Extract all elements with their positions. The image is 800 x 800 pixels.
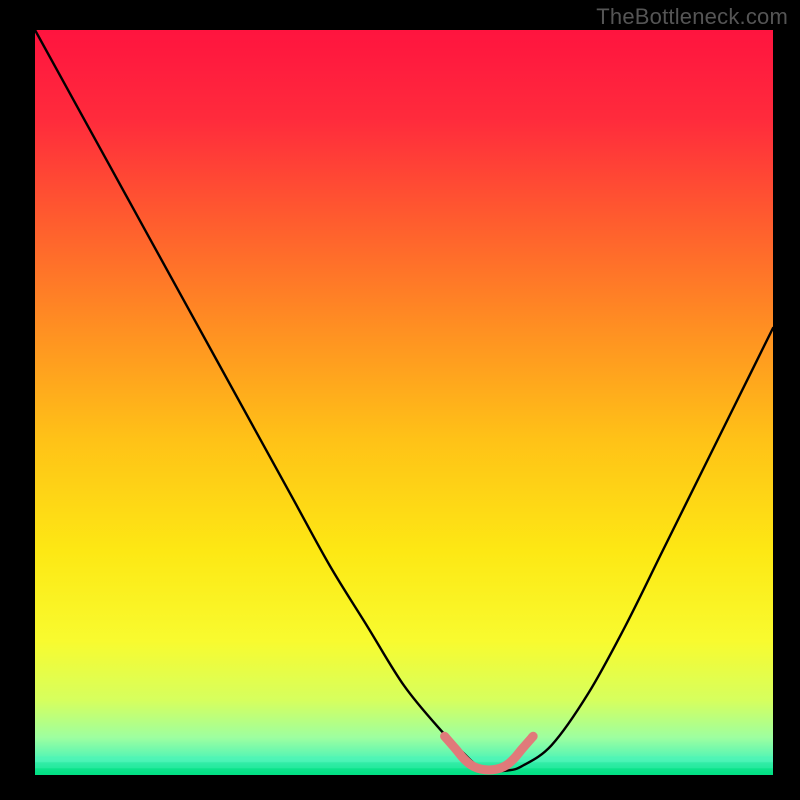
chart-stage: TheBottleneck.com (0, 0, 800, 800)
gradient-stripes (35, 756, 773, 774)
plot-background (35, 30, 773, 775)
watermark-text: TheBottleneck.com (596, 4, 788, 30)
bottleneck-chart (0, 0, 800, 800)
